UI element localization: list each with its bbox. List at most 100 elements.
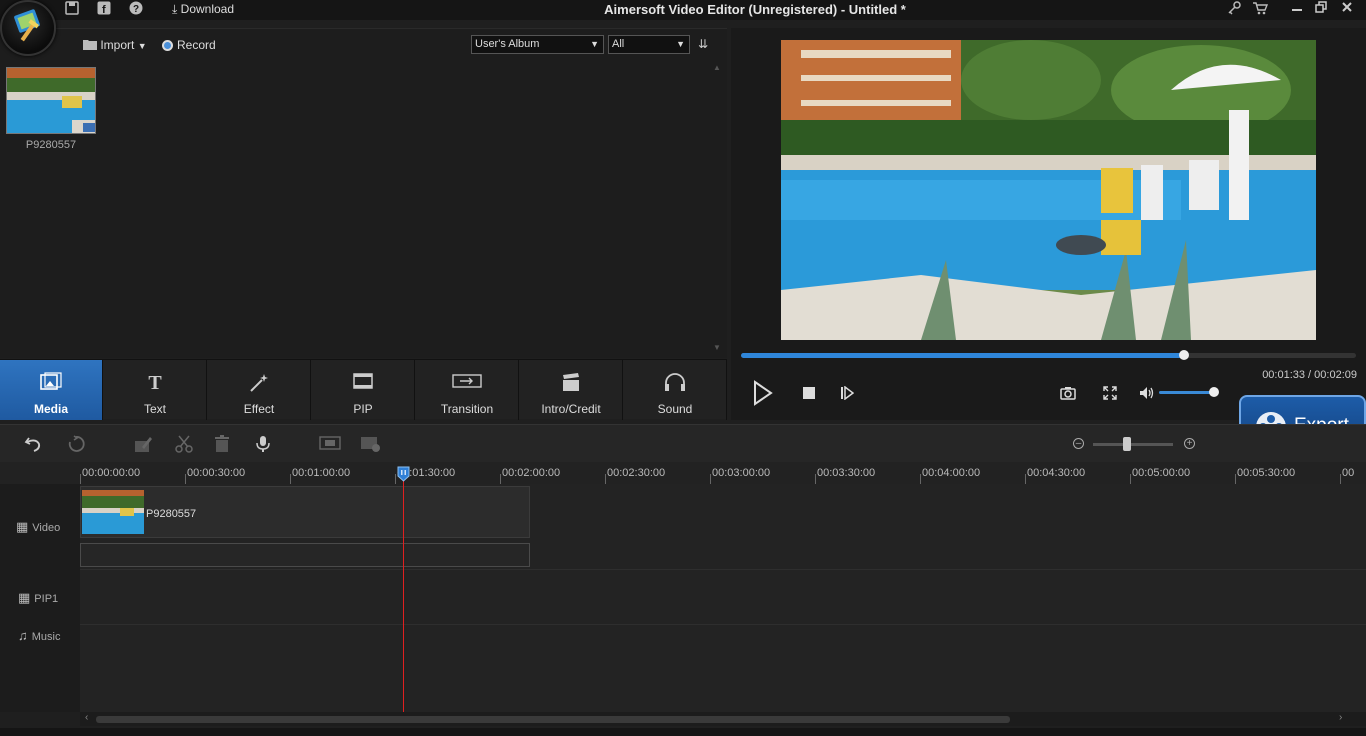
ruler-tick <box>605 474 606 484</box>
music-track-label: ♫ Music <box>0 628 80 643</box>
title-bar: f ? ⤓ Download Aimersoft Video Editor (U… <box>0 0 1366 20</box>
ruler-tick <box>710 474 711 484</box>
ruler-tick <box>185 474 186 484</box>
pip-track-row[interactable] <box>80 570 1366 625</box>
pip-icon <box>312 372 414 396</box>
music-track-row[interactable] <box>80 625 1366 712</box>
close-icon[interactable] <box>1336 1 1358 17</box>
tab-media-label: Media <box>33 402 68 416</box>
facebook-icon[interactable]: f <box>96 1 112 17</box>
import-label: Import <box>100 38 135 52</box>
chevron-right-icon[interactable]: › <box>1339 712 1342 723</box>
edit-icon[interactable] <box>134 435 152 458</box>
svg-text:?: ? <box>133 4 139 15</box>
clip-audio-strip[interactable] <box>80 543 530 567</box>
ruler-tick <box>80 474 81 484</box>
snapshot-camera-icon[interactable] <box>1060 386 1076 403</box>
play-icon[interactable] <box>753 380 773 409</box>
video-clip[interactable]: P9280557 <box>80 486 530 538</box>
tab-transition-label: Transition <box>440 402 494 416</box>
undo-icon[interactable] <box>24 435 42 458</box>
settings-icon[interactable] <box>360 435 382 458</box>
playback-progress-bar[interactable] <box>741 350 1356 360</box>
media-item-thumbnail[interactable] <box>6 67 96 134</box>
save-icon[interactable] <box>64 1 80 17</box>
clapperboard-icon <box>520 372 622 396</box>
pip-track-label: ▦ PIP1 <box>0 590 80 606</box>
music-track-label-text: Music <box>31 631 61 643</box>
ruler-tick-label: 00:04:00:00 <box>922 467 981 479</box>
function-tabs: Media T Text Effect PIP Transition Intro… <box>0 359 727 420</box>
preview-panel: 00:01:33 / 00:02:09 <box>731 28 1366 420</box>
download-button[interactable]: ⤓ Download <box>172 2 234 17</box>
tab-text[interactable]: T Text <box>104 360 207 420</box>
scrollbar-thumb[interactable] <box>96 716 1010 723</box>
clip-label: P9280557 <box>146 508 197 520</box>
key-icon[interactable] <box>1226 1 1242 17</box>
timeline-zoom-slider[interactable] <box>1093 437 1173 451</box>
minimize-icon[interactable] <box>1286 1 1308 17</box>
tab-intro-credit[interactable]: Intro/Credit <box>520 360 623 420</box>
transition-icon <box>416 372 518 396</box>
pip-track-label-text: PIP1 <box>34 593 59 605</box>
tab-sound-label: Sound <box>657 402 693 416</box>
help-icon[interactable]: ? <box>128 1 144 17</box>
redo-icon[interactable] <box>67 435 85 458</box>
ruler-tick-label: 00:00:30:00 <box>187 467 246 479</box>
volume-slider[interactable] <box>1159 387 1219 397</box>
ruler-tick-label: 00:02:00:00 <box>502 467 561 479</box>
video-track-label: ▦ Video <box>0 519 80 535</box>
film-strip-icon: ▦ <box>16 519 29 534</box>
pip-icon: ▦ <box>18 590 31 605</box>
sort-icon[interactable]: ⇊ <box>698 37 708 51</box>
volume-icon[interactable] <box>1139 386 1155 403</box>
restore-icon[interactable] <box>1310 1 1332 17</box>
media-scrollbar[interactable]: ▲ ▼ <box>713 63 723 353</box>
ruler-tick-label: 00:03:00:00 <box>712 467 771 479</box>
ruler-tick <box>1340 474 1341 484</box>
timeline-zoom-handle[interactable] <box>1123 437 1131 451</box>
effect-wand-icon <box>208 372 310 396</box>
filter-select[interactable]: All ▼ <box>608 35 690 54</box>
ruler-tick <box>290 474 291 484</box>
tab-sound[interactable]: Sound <box>624 360 727 420</box>
chevron-down-icon: ▼ <box>590 39 599 49</box>
record-button[interactable]: Record <box>162 38 216 52</box>
album-select[interactable]: User's Album ▼ <box>471 35 604 54</box>
stop-icon[interactable] <box>802 386 816 403</box>
tab-transition[interactable]: Transition <box>416 360 519 420</box>
chevron-down-icon[interactable]: ▼ <box>713 343 721 352</box>
status-strip <box>0 728 1366 736</box>
tab-effect[interactable]: Effect <box>208 360 311 420</box>
timeline-horizontal-scrollbar[interactable]: ‹ › <box>80 712 1366 726</box>
headphones-icon <box>624 372 726 396</box>
filter-select-value: All <box>612 38 625 50</box>
tab-pip[interactable]: PIP <box>312 360 415 420</box>
import-button[interactable]: Import ▼ <box>83 38 147 52</box>
tab-media[interactable]: Media <box>0 360 103 420</box>
music-note-icon: ♫ <box>18 628 28 643</box>
download-icon: ⤓ <box>172 2 178 16</box>
album-select-value: User's Album <box>475 38 540 50</box>
tab-text-label: Text <box>143 402 166 416</box>
ruler-tick <box>1235 474 1236 484</box>
ruler-tick-label: 00:03:30:00 <box>817 467 876 479</box>
chevron-up-icon[interactable]: ▲ <box>713 63 721 72</box>
crop-icon[interactable] <box>319 435 341 456</box>
playhead-line[interactable] <box>403 474 404 712</box>
chevron-left-icon[interactable]: ‹ <box>85 712 88 723</box>
cart-icon[interactable] <box>1252 1 1269 17</box>
next-frame-icon[interactable] <box>840 385 855 403</box>
volume-slider-handle[interactable] <box>1209 387 1219 397</box>
scissors-icon[interactable] <box>175 435 193 458</box>
zoom-in-icon[interactable]: + <box>1184 438 1195 449</box>
playback-progress-handle[interactable] <box>1179 350 1189 360</box>
fullscreen-icon[interactable] <box>1103 386 1117 403</box>
zoom-out-icon[interactable]: – <box>1073 438 1084 449</box>
video-preview[interactable] <box>781 40 1316 340</box>
video-track-label-text: Video <box>32 522 61 534</box>
timeline-ruler[interactable]: 00:00:00:00 00:00:30:00 00:01:00:00 00:01:3… <box>0 462 1366 484</box>
microphone-icon[interactable] <box>255 435 271 458</box>
trash-icon[interactable] <box>214 435 230 458</box>
playhead-handle[interactable] <box>397 466 410 482</box>
